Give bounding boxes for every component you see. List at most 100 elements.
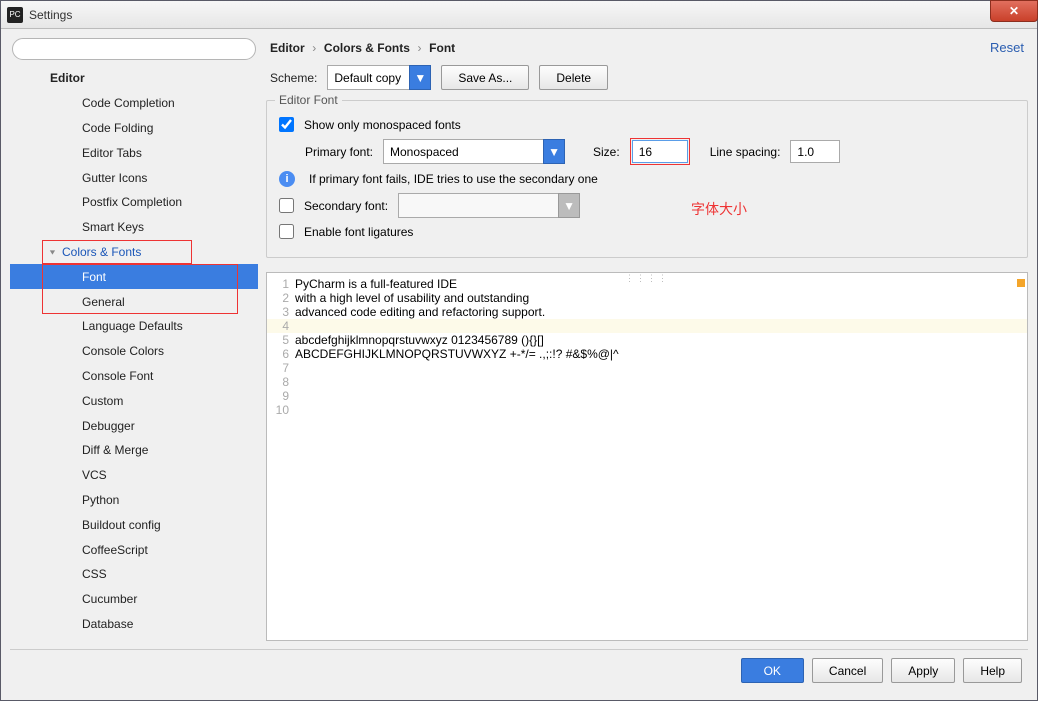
annotation-fontsize: 字体大小 [691, 199, 747, 219]
tree-item[interactable]: Database [10, 612, 258, 637]
line-number: 7 [267, 361, 295, 375]
spacing-label: Line spacing: [710, 145, 781, 159]
primary-font-label: Primary font: [305, 145, 373, 159]
font-preview[interactable]: ⋮⋮⋮⋮ 1PyCharm is a full-featured IDE2wit… [266, 272, 1028, 641]
breadcrumb-row: Editor › Colors & Fonts › Font Reset [266, 38, 1028, 63]
info-icon: i [279, 171, 295, 187]
tree-editor[interactable]: Editor [10, 66, 258, 91]
tree-item[interactable]: Python [10, 488, 258, 513]
ligatures-label: Enable font ligatures [304, 225, 413, 239]
chevron-down-icon: ▼ [543, 139, 565, 164]
tree-item[interactable]: VCS [10, 463, 258, 488]
line-number: 5 [267, 333, 295, 347]
code-text: with a high level of usability and outst… [295, 291, 529, 305]
tree-colors-fonts[interactable]: Colors & Fonts [10, 240, 258, 265]
close-button[interactable]: ✕ [990, 0, 1038, 22]
line-number: 4 [267, 319, 295, 333]
delete-button[interactable]: Delete [539, 65, 608, 90]
search-wrap [10, 38, 258, 66]
primary-font-value: Monospaced [383, 139, 543, 164]
tree-item[interactable]: Postfix Completion [10, 190, 258, 215]
tree-item[interactable]: Editor Tabs [10, 140, 258, 165]
breadcrumb: Editor › Colors & Fonts › Font [270, 40, 455, 55]
line-number: 1 [267, 277, 295, 291]
tree-item[interactable]: Custom [10, 388, 258, 413]
code-line: 10 [267, 403, 1027, 417]
drag-handle-icon[interactable]: ⋮⋮⋮⋮ [625, 273, 669, 284]
tree-item[interactable]: CSS [10, 562, 258, 587]
tree-item[interactable]: Diff & Merge [10, 438, 258, 463]
editor-font-fieldset: Editor Font Show only monospaced fonts P… [266, 100, 1028, 258]
window-title: Settings [29, 8, 72, 22]
code-line: 6ABCDEFGHIJKLMNOPQRSTUVWXYZ +-*/= .,;:!?… [267, 347, 1027, 361]
code-text: PyCharm is a full-featured IDE [295, 277, 457, 291]
show-mono-row: Show only monospaced fonts [279, 117, 1015, 132]
warning-marker [1017, 279, 1025, 287]
tree-item[interactable]: Cucumber [10, 587, 258, 612]
crumb-colors: Colors & Fonts [324, 41, 410, 55]
ok-button[interactable]: OK [741, 658, 804, 683]
secondary-checkbox[interactable] [279, 198, 294, 213]
tree-font[interactable]: Font [10, 264, 258, 289]
cancel-button[interactable]: Cancel [812, 658, 883, 683]
info-row: i If primary font fails, IDE tries to us… [279, 171, 1015, 187]
primary-font-combo[interactable]: Monospaced ▼ [383, 139, 565, 164]
chevron-down-icon: ▼ [409, 65, 431, 90]
crumb-font: Font [429, 41, 455, 55]
line-number: 6 [267, 347, 295, 361]
tree-item[interactable]: Gutter Icons [10, 165, 258, 190]
show-mono-checkbox[interactable] [279, 117, 294, 132]
main-row: Editor Code Completion Code Folding Edit… [10, 38, 1028, 641]
search-input[interactable] [12, 38, 256, 60]
tree-item[interactable]: Code Completion [10, 91, 258, 116]
secondary-font-combo[interactable]: ▼ [398, 193, 580, 218]
size-highlight [630, 138, 690, 165]
secondary-label: Secondary font: [304, 199, 388, 213]
code-line: 5abcdefghijklmnopqrstuvwxyz 0123456789 (… [267, 333, 1027, 347]
fieldset-title: Editor Font [275, 93, 342, 107]
code-text: abcdefghijklmnopqrstuvwxyz 0123456789 ()… [295, 333, 544, 347]
line-number: 8 [267, 375, 295, 389]
code-line: 3advanced code editing and refactoring s… [267, 305, 1027, 319]
sidebar: Editor Code Completion Code Folding Edit… [10, 38, 258, 641]
reset-link[interactable]: Reset [990, 40, 1024, 55]
code-line: 9 [267, 389, 1027, 403]
crumb-sep: › [308, 41, 320, 55]
show-mono-label: Show only monospaced fonts [304, 118, 461, 132]
tree-item[interactable]: Language Defaults [10, 314, 258, 339]
tree-item[interactable]: Console Colors [10, 339, 258, 364]
code-text: ABCDEFGHIJKLMNOPQRSTUVWXYZ +-*/= .,;:!? … [295, 347, 619, 361]
scheme-combo[interactable]: Default copy ▼ [327, 65, 431, 90]
ligatures-row: Enable font ligatures [279, 224, 1015, 239]
scheme-row: Scheme: Default copy ▼ Save As... Delete [266, 63, 1028, 100]
line-number: 9 [267, 389, 295, 403]
tree-item[interactable]: General [10, 289, 258, 314]
line-number: 3 [267, 305, 295, 319]
settings-tree[interactable]: Editor Code Completion Code Folding Edit… [10, 66, 258, 641]
help-button[interactable]: Help [963, 658, 1022, 683]
tree-item[interactable]: Smart Keys [10, 215, 258, 240]
code-line: 7 [267, 361, 1027, 375]
scheme-label: Scheme: [270, 71, 317, 85]
footer: OK Cancel Apply Help [10, 649, 1028, 691]
spacing-input[interactable] [790, 140, 840, 163]
secondary-row: Secondary font: ▼ [279, 193, 1015, 218]
line-number: 10 [267, 403, 295, 417]
ligatures-checkbox[interactable] [279, 224, 294, 239]
tree-item[interactable]: Code Folding [10, 116, 258, 141]
app-icon: PC [7, 7, 23, 23]
apply-button[interactable]: Apply [891, 658, 955, 683]
code-line: 2with a high level of usability and outs… [267, 291, 1027, 305]
info-text: If primary font fails, IDE tries to use … [309, 172, 598, 186]
save-as-button[interactable]: Save As... [441, 65, 529, 90]
size-input[interactable] [632, 140, 688, 163]
tree-item[interactable]: Console Font [10, 364, 258, 389]
tree-item[interactable]: Buildout config [10, 512, 258, 537]
primary-font-row: Primary font: Monospaced ▼ Size: Line sp… [279, 138, 1015, 165]
line-number: 2 [267, 291, 295, 305]
tree-item[interactable]: CoffeeScript [10, 537, 258, 562]
crumb-editor: Editor [270, 41, 305, 55]
crumb-sep: › [414, 41, 426, 55]
secondary-font-value [398, 193, 558, 218]
tree-item[interactable]: Debugger [10, 413, 258, 438]
